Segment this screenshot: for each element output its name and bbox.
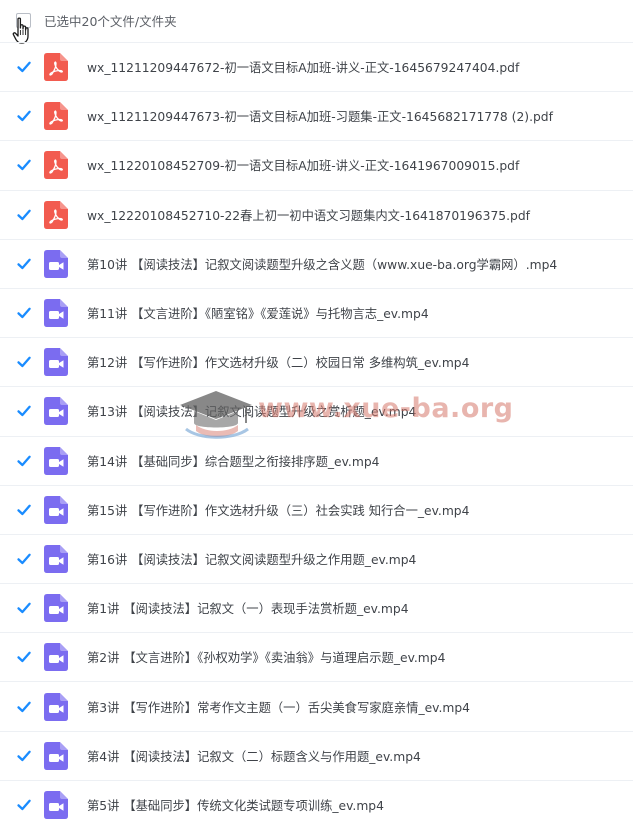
file-row[interactable]: 第1讲 【阅读技法】记叙文（一）表现手法赏析题_ev.mp4 [0,583,633,632]
pdf-file-icon [44,53,68,82]
selection-count-label: 已选中20个文件/文件夹 [44,14,177,29]
video-file-icon [44,446,68,475]
file-row[interactable]: 第2讲 【文言进阶】《孙权劝学》《卖油翁》与道理启示题_ev.mp4 [0,632,633,681]
file-name[interactable]: 第14讲 【基础同步】综合题型之衔接排序题_ev.mp4 [87,452,379,470]
file-checkbox[interactable] [16,206,32,223]
file-row[interactable]: 第16讲 【阅读技法】记叙文阅读题型升级之作用题_ev.mp4 [0,533,633,583]
file-name[interactable]: wx_11211209447673-初一语文目标A加班-习题集-正文-16456… [87,107,553,125]
file-checkbox[interactable] [16,600,32,617]
video-file-icon [44,741,68,770]
file-name[interactable]: 第2讲 【文言进阶】《孙权劝学》《卖油翁》与道理启示题_ev.mp4 [87,648,445,666]
selection-header: 已选中20个文件/文件夹 [0,0,633,44]
file-name[interactable]: 第3讲 【写作进阶】常考作文主题（一）舌尖美食写家庭亲情_ev.mp4 [87,698,470,716]
video-file-icon [44,249,68,278]
file-row[interactable]: 第13讲 【阅读技法】记叙文阅读题型升级之赏析题_ev.mp4 [0,386,633,435]
file-row[interactable]: 第11讲 【文言进阶】《陋室铭》《爱莲说》与托物言志_ev.mp4 [0,287,633,337]
file-name[interactable]: wx_12220108452710-22春上初一初中语文习题集内文-164187… [87,206,530,224]
file-row[interactable]: 第3讲 【写作进阶】常考作文主题（一）舌尖美食写家庭亲情_ev.mp4 [0,681,633,730]
file-name[interactable]: 第16讲 【阅读技法】记叙文阅读题型升级之作用题_ev.mp4 [87,550,416,568]
file-name[interactable]: 第11讲 【文言进阶】《陋室铭》《爱莲说》与托物言志_ev.mp4 [87,304,429,322]
file-name[interactable]: wx_11211209447672-初一语文目标A加班-讲义-正文-164567… [87,58,519,76]
video-file-icon [44,692,68,721]
pdf-file-icon [44,102,68,131]
video-file-icon [44,397,68,426]
video-file-icon [44,790,68,819]
file-row[interactable]: 第4讲 【阅读技法】记叙文（二）标题含义与作用题_ev.mp4 [0,730,633,780]
file-checkbox[interactable] [16,550,32,567]
file-row[interactable]: 第12讲 【写作进阶】作文选材升级（二）校园日常 多维构筑_ev.mp4 [0,337,633,386]
file-checkbox[interactable] [16,698,32,715]
video-file-icon [44,544,68,573]
file-name[interactable]: 第12讲 【写作进阶】作文选材升级（二）校园日常 多维构筑_ev.mp4 [87,353,469,371]
file-name[interactable]: 第1讲 【阅读技法】记叙文（一）表现手法赏析题_ev.mp4 [87,599,409,617]
file-row[interactable]: 第10讲 【阅读技法】记叙文阅读题型升级之含义题（www.xue-ba.org学… [0,238,633,288]
file-checkbox[interactable] [16,452,32,469]
file-checkbox[interactable] [16,255,32,272]
file-row[interactable]: wx_11211209447673-初一语文目标A加班-习题集-正文-16456… [0,91,633,140]
video-file-icon [44,299,68,328]
pdf-file-icon [44,200,68,229]
video-file-icon [44,495,68,524]
file-checkbox[interactable] [16,403,32,420]
video-file-icon [44,594,68,623]
file-row[interactable]: wx_12220108452710-22春上初一初中语文习题集内文-164187… [0,189,633,239]
file-name[interactable]: 第10讲 【阅读技法】记叙文阅读题型升级之含义题（www.xue-ba.org学… [87,255,557,273]
file-name[interactable]: 第4讲 【阅读技法】记叙文（二）标题含义与作用题_ev.mp4 [87,747,421,765]
file-list: wx_11211209447672-初一语文目标A加班-讲义-正文-164567… [0,42,633,829]
file-checkbox[interactable] [16,108,32,125]
file-checkbox[interactable] [16,157,32,174]
file-row[interactable]: wx_11211209447672-初一语文目标A加班-讲义-正文-164567… [0,42,633,91]
file-row[interactable]: 第15讲 【写作进阶】作文选材升级（三）社会实践 知行合一_ev.mp4 [0,484,633,534]
video-file-icon [44,348,68,377]
file-name[interactable]: 第15讲 【写作进阶】作文选材升级（三）社会实践 知行合一_ev.mp4 [87,501,469,519]
hand-cursor-icon [12,17,29,44]
file-checkbox[interactable] [16,305,32,322]
file-name[interactable]: 第13讲 【阅读技法】记叙文阅读题型升级之赏析题_ev.mp4 [87,402,416,420]
file-checkbox[interactable] [16,747,32,764]
file-name[interactable]: wx_11220108452709-初一语文目标A加班-讲义-正文-164196… [87,156,519,174]
video-file-icon [44,643,68,672]
file-name[interactable]: 第5讲 【基础同步】传统文化类试题专项训练_ev.mp4 [87,796,384,814]
file-checkbox[interactable] [16,796,32,813]
file-row[interactable]: wx_11220108452709-初一语文目标A加班-讲义-正文-164196… [0,140,633,189]
file-checkbox[interactable] [16,501,32,518]
file-checkbox[interactable] [16,649,32,666]
file-row[interactable]: 第5讲 【基础同步】传统文化类试题专项训练_ev.mp4 [0,779,633,829]
pdf-file-icon [44,151,68,180]
file-checkbox[interactable] [16,59,32,76]
file-checkbox[interactable] [16,354,32,371]
file-row[interactable]: 第14讲 【基础同步】综合题型之衔接排序题_ev.mp4 [0,435,633,485]
